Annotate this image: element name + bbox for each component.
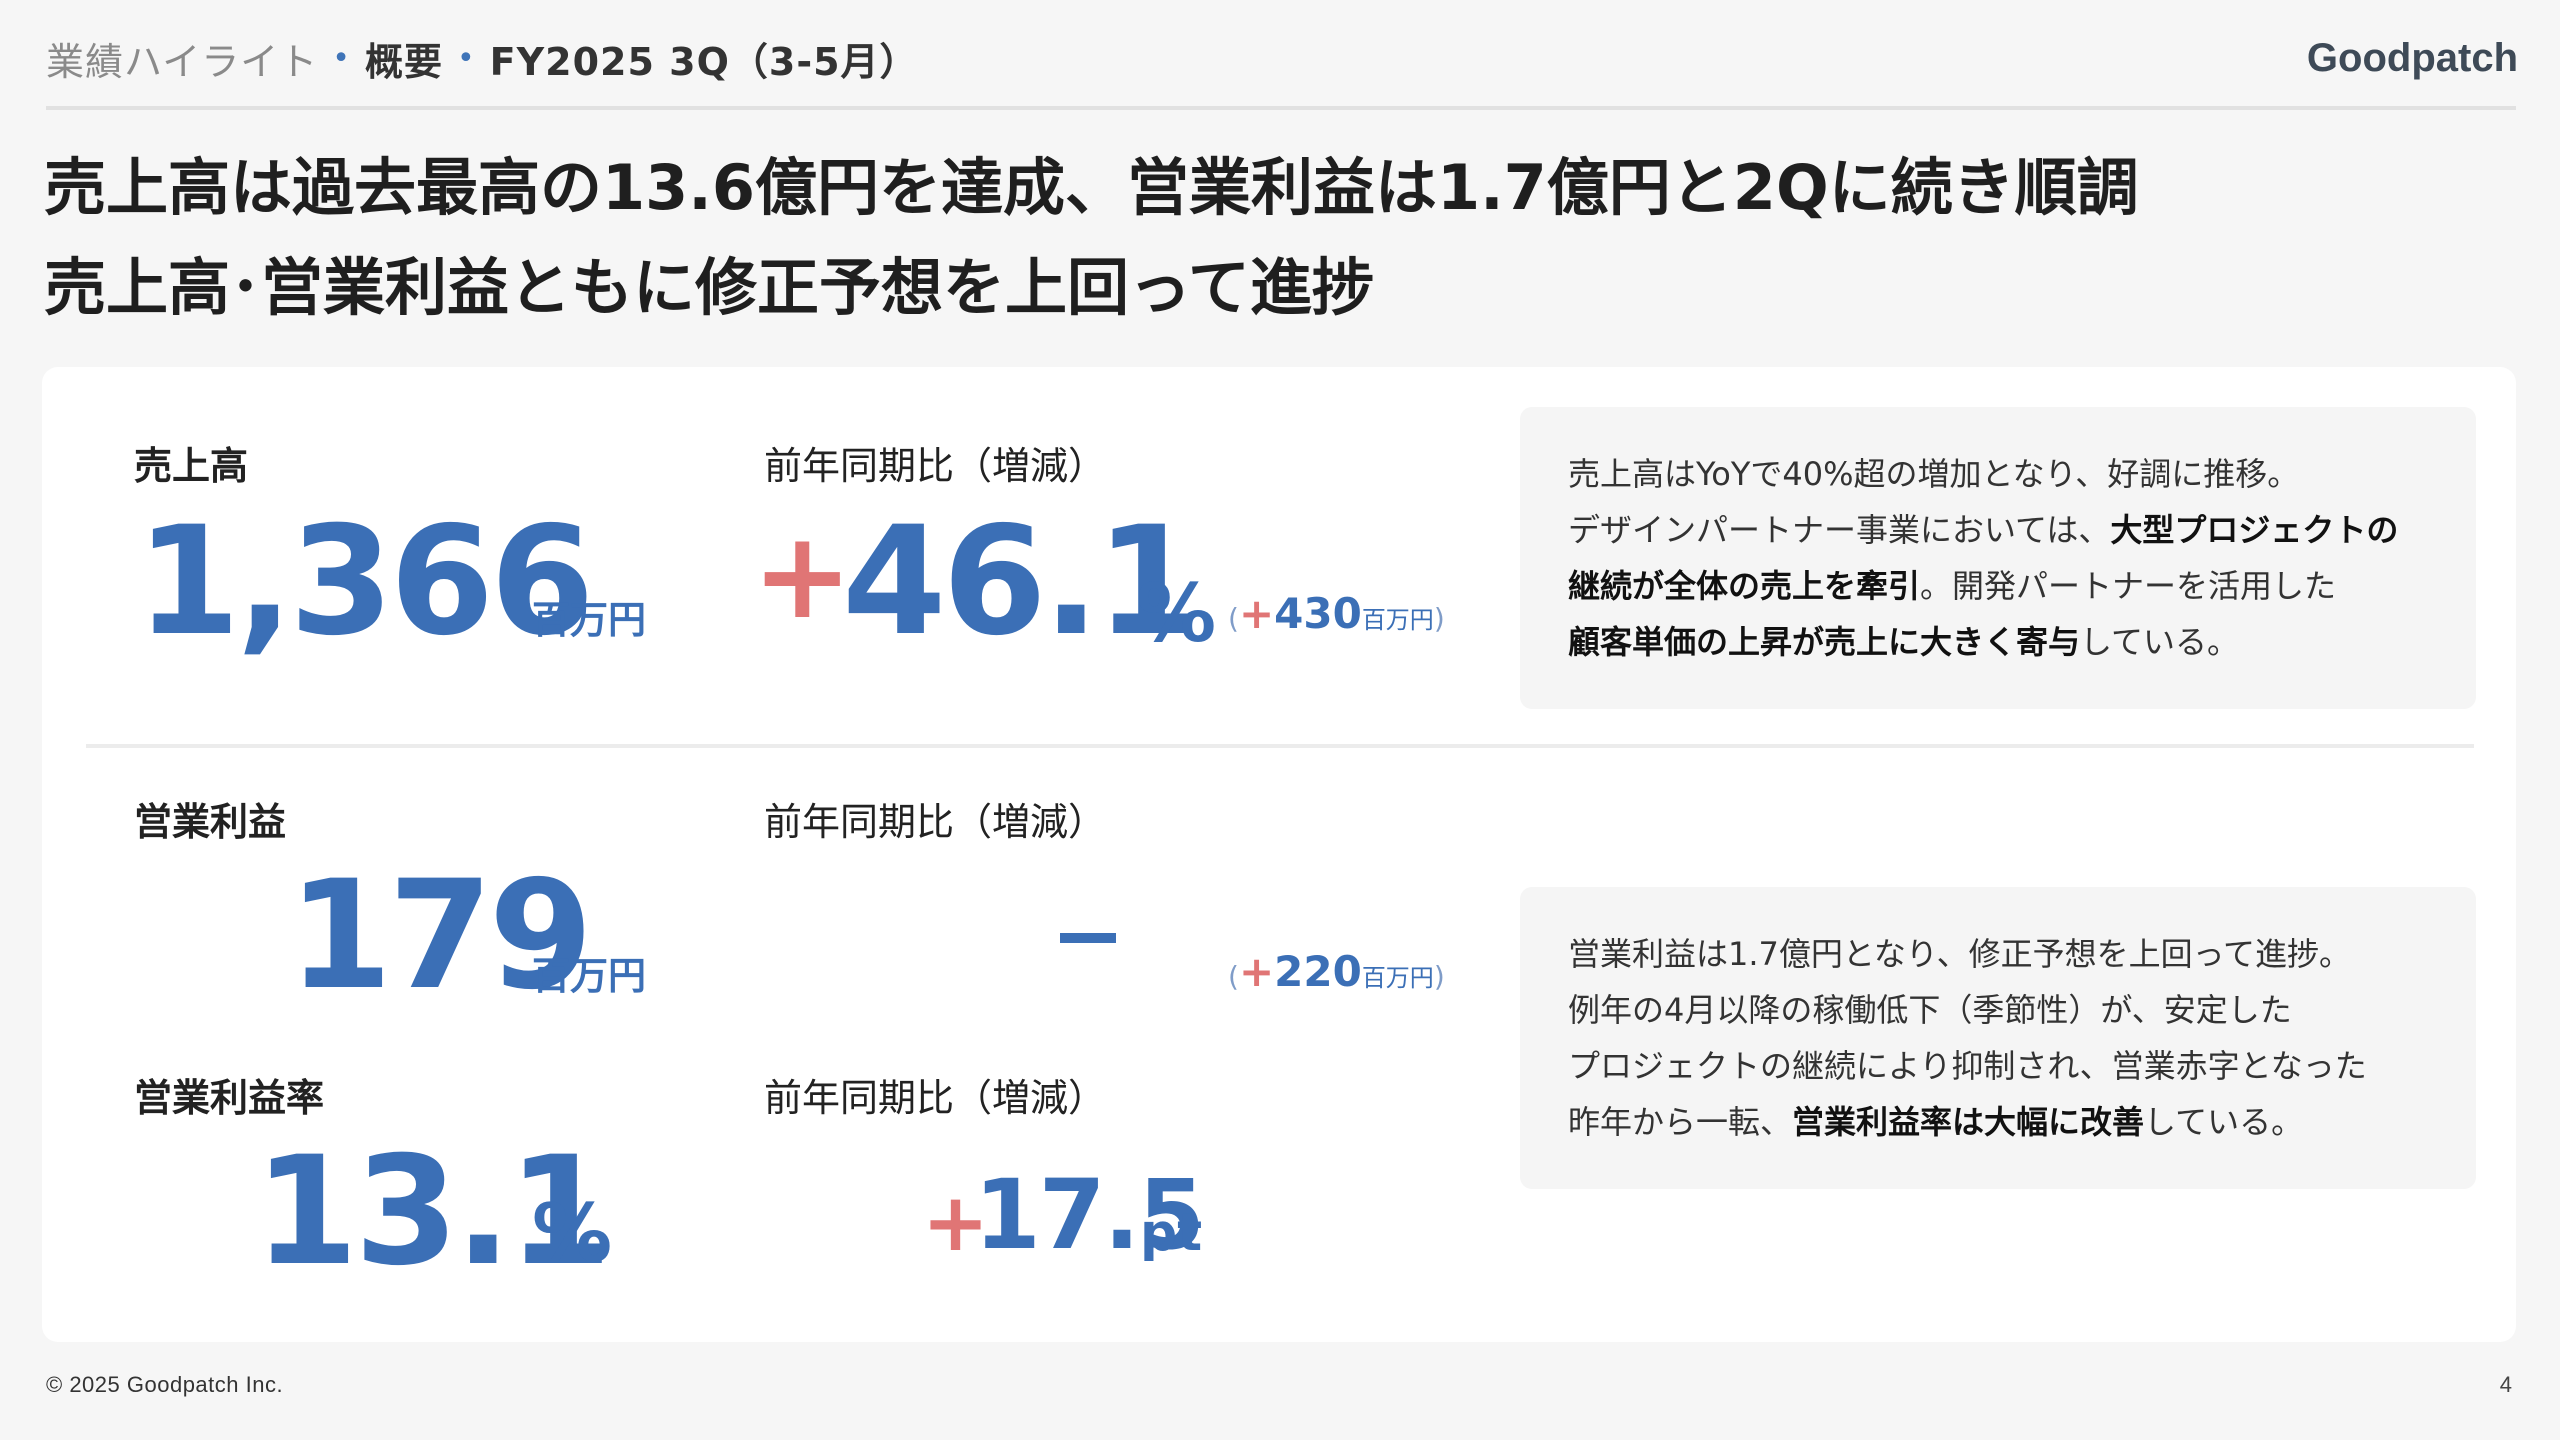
revenue-unit: 百万円 — [532, 598, 647, 642]
revenue-yoy-unit: % — [1136, 567, 1217, 660]
revenue-diff-close: ) — [1433, 602, 1445, 635]
revenue-diff-open: ( — [1228, 602, 1239, 635]
revenue-diff-value: 430 — [1274, 589, 1362, 638]
page-title: 売上高は過去最高の13.6億円を達成、営業利益は1.7億円と2Qに続き順調 売上… — [44, 138, 2464, 338]
breadcrumb-section: 業績ハイライト — [46, 39, 319, 84]
operating-profit-yoy-label: 前年同期比（増減） — [764, 800, 1107, 844]
profit-note-emphasis: 営業利益率は大幅に改善 — [1792, 1103, 2145, 1141]
profit-diff-close: ) — [1433, 960, 1445, 993]
revenue-note-emphasis: 顧客単価の上昇が売上に大きく寄与 — [1568, 623, 2081, 661]
revenue-note-line-4: 顧客単価の上昇が売上に大きく寄与している。 — [1568, 614, 2428, 670]
operating-margin-yoy-unit: pt — [1140, 1203, 1203, 1263]
revenue-note-text: している。 — [2080, 623, 2240, 661]
operating-profit-label: 営業利益 — [134, 800, 287, 844]
operating-profit-yoy-diff: ( + 220 百万円 ) — [1228, 947, 1445, 996]
profit-note-text: している。 — [2144, 1103, 2304, 1141]
revenue-note-line-3: 継続が全体の売上を牽引。開発パートナーを活用した — [1568, 558, 2428, 614]
breadcrumb-separator-icon: • — [456, 40, 476, 76]
headline-line-1: 売上高は過去最高の13.6億円を達成、営業利益は1.7億円と2Qに続き順調 — [44, 151, 2139, 224]
revenue-commentary: 売上高はYoYで40%超の増加となり、好調に推移。 デザインパートナー事業におい… — [1520, 407, 2476, 709]
kpi-card: 売上高 1,366 百万円 前年同期比（増減） + 46.1 % ( + 430… — [42, 367, 2516, 1342]
section-divider — [86, 744, 2474, 748]
operating-profit-commentary: 営業利益は1.7億円となり、修正予想を上回って進捗。 例年の4月以降の稼働低下（… — [1520, 887, 2476, 1189]
revenue-note-text: デザインパートナー事業においては、 — [1568, 511, 2111, 549]
breadcrumb-separator-icon: • — [332, 40, 351, 76]
profit-note-line-2: 例年の4月以降の稼働低下（季節性）が、安定した — [1568, 991, 2292, 1029]
revenue-note-text: 。開発パートナーを活用した — [1920, 567, 2337, 605]
operating-margin-label: 営業利益率 — [134, 1076, 325, 1120]
profit-diff-value: 220 — [1274, 947, 1362, 996]
profit-diff-open: ( — [1228, 960, 1239, 993]
revenue-note-line-1: 売上高はYoYで40%超の増加となり、好調に推移。 — [1568, 455, 2300, 493]
copyright: © 2025 Goodpatch Inc. — [46, 1372, 284, 1397]
breadcrumb-period: FY2025 3Q（3-5月） — [489, 39, 919, 84]
revenue-note-emphasis: 継続が全体の売上を牽引 — [1568, 567, 1921, 605]
not-applicable-dash — [1060, 933, 1116, 943]
revenue-yoy-label: 前年同期比（増減） — [764, 444, 1107, 488]
revenue-note-line-2: デザインパートナー事業においては、大型プロジェクトの — [1568, 502, 2428, 558]
operating-profit-unit: 百万円 — [532, 954, 647, 998]
breadcrumb: 業績ハイライト • 概要 • FY2025 3Q（3-5月） — [46, 28, 919, 88]
revenue-diff-sign: + — [1238, 589, 1275, 638]
revenue-note-emphasis: 大型プロジェクトの — [2110, 511, 2399, 549]
revenue-yoy-sign: + — [752, 507, 853, 646]
breadcrumb-subsection: 概要 — [364, 39, 443, 84]
profit-diff-unit: 百万円 — [1361, 964, 1434, 992]
profit-note-line-4: 昨年から一転、営業利益率は大幅に改善している。 — [1568, 1094, 2428, 1150]
operating-margin-yoy-label: 前年同期比（増減） — [764, 1076, 1107, 1120]
profit-note-line-1: 営業利益は1.7億円となり、修正予想を上回って進捗。 — [1568, 935, 2352, 973]
profit-diff-sign: + — [1238, 947, 1275, 996]
revenue-yoy-diff: ( + 430 百万円 ) — [1228, 589, 1445, 638]
profit-note-text: 昨年から一転、 — [1568, 1103, 1793, 1141]
profit-note-line-3: プロジェクトの継続により抑制され、営業赤字となった — [1568, 1047, 2367, 1085]
revenue-value: 1,366 — [136, 495, 594, 669]
header-divider — [46, 106, 2516, 110]
revenue-label: 売上高 — [134, 444, 249, 488]
goodpatch-logo: Goodpatch — [2306, 35, 2518, 80]
headline-line-2: 売上高･営業利益ともに修正予想を上回って進捗 — [44, 251, 1374, 324]
page-number: 4 — [2499, 1372, 2512, 1397]
operating-margin-unit: % — [532, 1187, 613, 1280]
revenue-diff-unit: 百万円 — [1361, 606, 1434, 634]
